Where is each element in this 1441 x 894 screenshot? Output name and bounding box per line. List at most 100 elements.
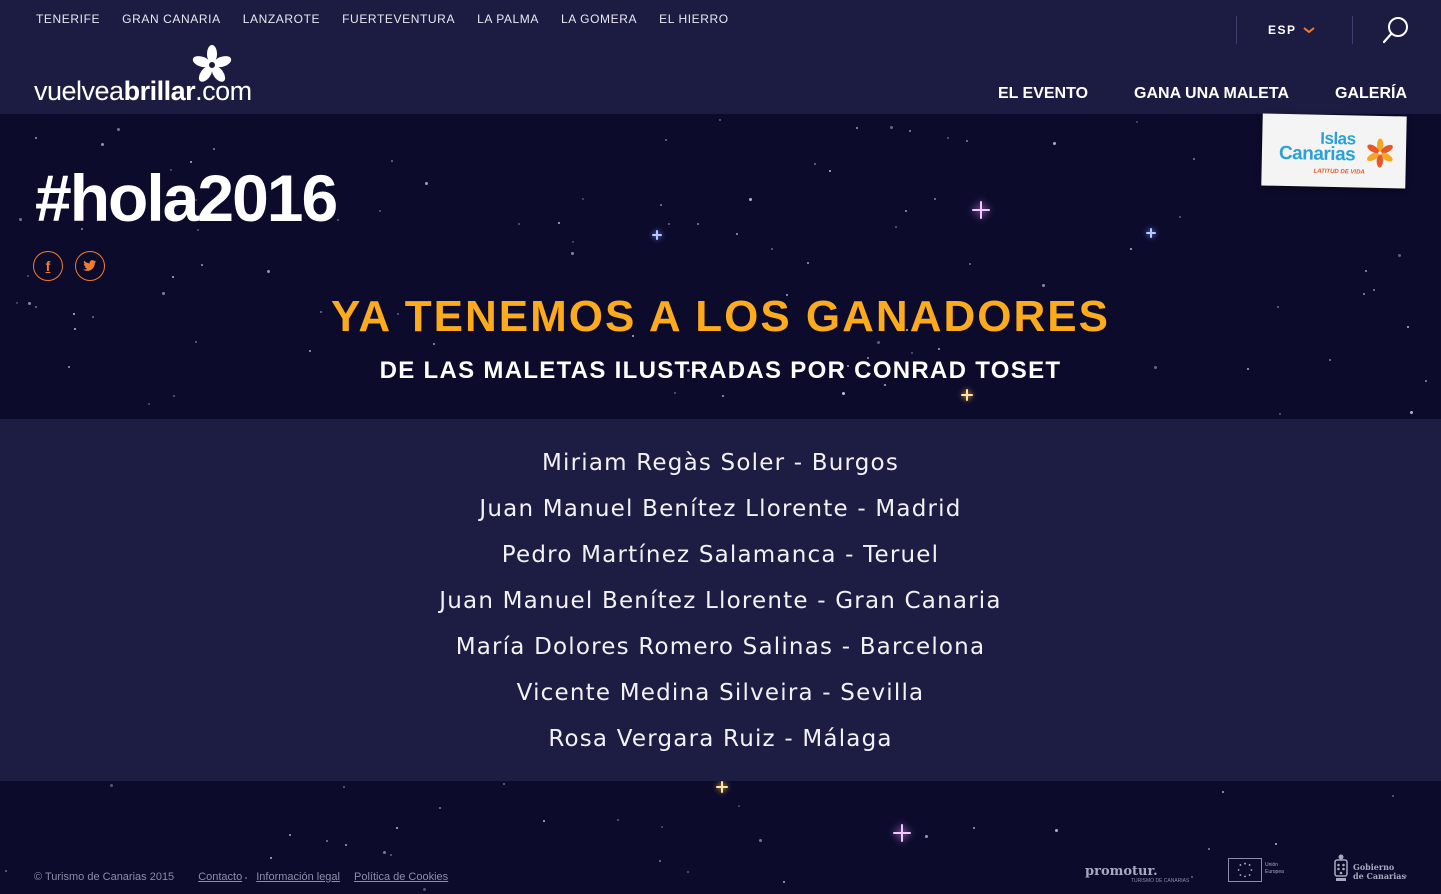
nav-el-evento[interactable]: EL EVENTO [998, 85, 1088, 103]
star-dot [925, 835, 928, 838]
star-dot [1222, 791, 1224, 793]
twitter-icon[interactable] [75, 251, 105, 281]
chevron-down-icon [1302, 27, 1315, 34]
winner-item: Juan Manuel Benítez Llorente - Gran Cana… [439, 588, 1002, 614]
star-dot [890, 126, 893, 129]
star-dot [895, 226, 897, 228]
star-dot [5, 870, 7, 872]
star-dot [1179, 216, 1181, 218]
footer-link-contacto[interactable]: Contacto [198, 871, 242, 883]
eu-text: Unión Europea [1265, 862, 1284, 875]
footer-link-politica-cookies[interactable]: Política de Cookies [354, 871, 448, 883]
partner-logos: promotur. TURISMO DE CANARIAS Unión Euro… [1085, 852, 1415, 884]
footer-link-informacion-legal[interactable]: Información legal [256, 871, 340, 883]
star-dot [1398, 254, 1401, 257]
star-dot [19, 218, 22, 221]
star-dot [343, 786, 345, 788]
search-icon[interactable] [1381, 15, 1411, 45]
badge-line2: Canarias [1278, 142, 1356, 166]
star-dot [1410, 411, 1413, 414]
star-dot [213, 148, 215, 150]
social-links: f [33, 251, 105, 281]
star-dot [571, 252, 574, 255]
winner-item: Vicente Medina Silveira - Sevilla [516, 680, 925, 706]
language-selector[interactable]: ESP [1236, 16, 1316, 44]
facebook-icon[interactable]: f [33, 251, 63, 281]
winners-section: Miriam Regàs Soler - Burgos Juan Manuel … [0, 419, 1441, 781]
star-dot [842, 392, 845, 395]
promotur-logo: promotur. [1085, 864, 1158, 879]
island-link-gran-canaria[interactable]: GRAN CANARIA [122, 12, 221, 26]
star-dot [433, 343, 435, 345]
crest-icon [1334, 854, 1348, 881]
star-dot [148, 403, 150, 405]
main-nav: EL EVENTO GANA UNA MALETA GALERÍA [998, 85, 1407, 103]
star-dot [938, 348, 940, 350]
star-dot [966, 140, 968, 142]
island-link-lanzarote[interactable]: LANZAROTE [243, 12, 320, 26]
flower-icon [1367, 138, 1393, 168]
star-dot [1392, 795, 1394, 797]
star-dot [749, 198, 752, 201]
promotur-subtitle: TURISMO DE CANARIAS [1131, 878, 1190, 884]
star-dot [856, 127, 858, 129]
nav-galeria[interactable]: GALERÍA [1335, 85, 1407, 103]
gobierno-canarias-logo: Gobierno de Canarias [1333, 852, 1413, 884]
star-dot [738, 805, 740, 807]
winner-item: Juan Manuel Benítez Llorente - Madrid [479, 496, 962, 522]
star-dot [201, 264, 203, 266]
star-dot [117, 128, 120, 131]
language-label: ESP [1268, 23, 1297, 37]
star-dot [326, 840, 328, 842]
star-dot [814, 163, 816, 165]
star-dot [423, 888, 426, 891]
site-logo[interactable]: vuelveabrillar.com [34, 44, 274, 106]
star-dot [719, 119, 721, 121]
star-dot [425, 182, 428, 185]
star-dot [518, 223, 520, 225]
star-dot [905, 210, 907, 212]
star-dot [1136, 121, 1138, 123]
star-dot [289, 834, 291, 836]
winners-subheadline: DE LAS MALETAS ILUSTRADAS POR CONRAD TOS… [379, 357, 1062, 384]
star-dot [270, 857, 272, 859]
star-dot [973, 827, 975, 829]
star-dot [759, 839, 762, 842]
logo-text: vuelveabrillar.com [34, 76, 252, 106]
star-dot [543, 820, 545, 822]
star-dot [267, 270, 270, 273]
page-title: #hola2016 [35, 161, 338, 235]
island-nav: TENERIFE GRAN CANARIA LANZAROTE FUERTEVE… [36, 12, 751, 26]
star-dot [173, 395, 175, 397]
star-dot [909, 130, 911, 132]
winners-headline: YA TENEMOS A LOS GANADORES [331, 292, 1110, 341]
star-dot [390, 854, 392, 856]
star-dot [1130, 248, 1132, 250]
site-header: TENERIFE GRAN CANARIA LANZAROTE FUERTEVE… [0, 0, 1441, 114]
star-dot [396, 827, 398, 829]
star-dot [391, 160, 393, 162]
star-dot [934, 198, 936, 200]
star-dot [383, 851, 386, 854]
winner-item: Rosa Vergara Ruiz - Málaga [548, 726, 893, 752]
sparkle-star [652, 230, 662, 240]
star-dot [1208, 848, 1210, 850]
star-dot [807, 262, 809, 264]
island-link-la-gomera[interactable]: LA GOMERA [561, 12, 637, 26]
island-link-fuerteventura[interactable]: FUERTEVENTURA [342, 12, 455, 26]
eu-flag-icon [1228, 858, 1262, 882]
star-dot [660, 204, 662, 206]
winner-item: Pedro Martínez Salamanca - Teruel [501, 542, 940, 568]
star-dot [783, 881, 785, 883]
sparkle-star [961, 389, 973, 401]
island-link-tenerife[interactable]: TENERIFE [36, 12, 100, 26]
nav-gana-una-maleta[interactable]: GANA UNA MALETA [1134, 85, 1289, 103]
islas-canarias-badge[interactable]: Islas Canarias LATITUD DE VIDA [1261, 113, 1407, 189]
star-dot [722, 395, 724, 397]
eu-logo: Unión Europea [1228, 855, 1298, 883]
star-dot [572, 241, 574, 243]
island-link-la-palma[interactable]: LA PALMA [477, 12, 539, 26]
star-dot [617, 819, 619, 821]
island-link-el-hierro[interactable]: EL HIERRO [659, 12, 729, 26]
sparkle-star [716, 781, 728, 793]
